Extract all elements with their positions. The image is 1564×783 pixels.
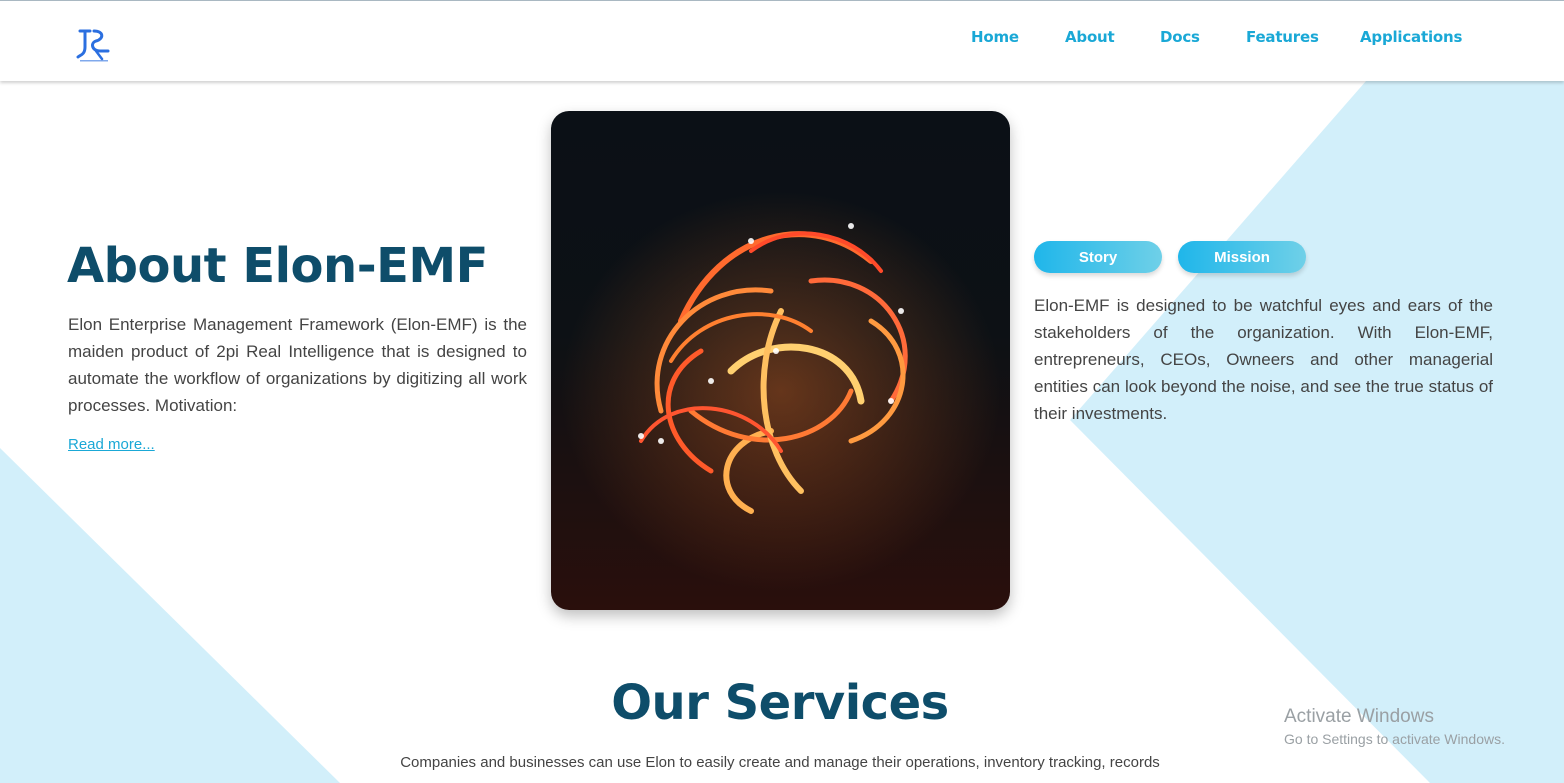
services-description: Companies and businesses can use Elon to… (400, 754, 1160, 771)
logo[interactable] (76, 25, 112, 65)
tab-story[interactable]: Story (1034, 241, 1162, 273)
light-trails-image (561, 191, 1001, 591)
tab-mission[interactable]: Mission (1178, 241, 1306, 273)
nav-home[interactable]: Home (971, 28, 1019, 46)
nav-about[interactable]: About (1065, 28, 1115, 46)
mission-text: Elon-EMF is designed to be watchful eyes… (1034, 296, 1493, 423)
nav-docs[interactable]: Docs (1160, 28, 1200, 46)
read-more-link[interactable]: Read more... (68, 436, 155, 453)
site-header: Home About Docs Features Applications (0, 0, 1564, 81)
about-description: Elon Enterprise Management Framework (El… (68, 315, 527, 415)
about-title: About Elon-EMF (67, 238, 488, 294)
watermark-subtitle: Go to Settings to activate Windows. (1284, 731, 1505, 747)
nav-features[interactable]: Features (1246, 28, 1319, 46)
nav-applications[interactable]: Applications (1360, 28, 1462, 46)
watermark-title: Activate Windows (1284, 706, 1434, 727)
hero-photo (551, 111, 1010, 610)
activate-windows-watermark: Activate Windows Go to Settings to activ… (1284, 706, 1505, 747)
2pi-logo-icon (76, 29, 110, 62)
